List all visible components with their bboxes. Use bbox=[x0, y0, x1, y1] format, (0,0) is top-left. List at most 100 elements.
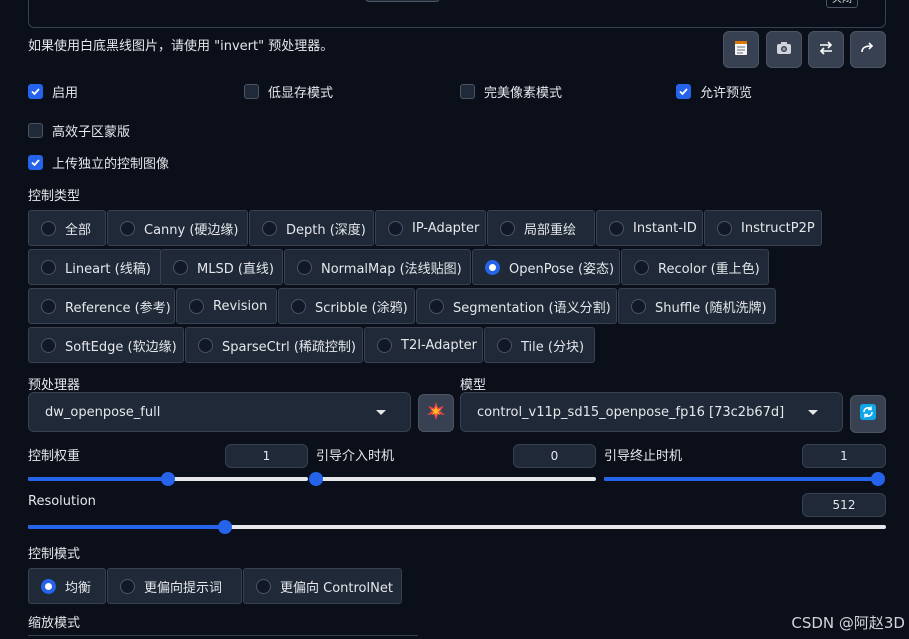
slider-thumb[interactable] bbox=[309, 472, 323, 486]
upload-independent-image-label: 上传独立的控制图像 bbox=[52, 157, 170, 172]
option-label: Revision bbox=[213, 298, 268, 314]
control-type-option[interactable]: T2I-Adapter bbox=[364, 327, 483, 363]
control-type-option[interactable]: Revision bbox=[176, 288, 277, 324]
control-type-option[interactable]: Depth (深度) bbox=[249, 210, 374, 246]
slider-thumb[interactable] bbox=[218, 520, 233, 534]
control-type-option[interactable]: Lineart (线稿) bbox=[28, 249, 162, 285]
resolution-input[interactable]: 512 bbox=[802, 493, 886, 517]
control-type-option[interactable]: Tile (分块) bbox=[484, 327, 595, 363]
model-value: control_v11p_sd15_openpose_fp16 [73c2b67… bbox=[477, 404, 785, 420]
option-label: 更偏向 ControlNet bbox=[280, 580, 393, 596]
radio-dot bbox=[41, 220, 56, 236]
control-type-option[interactable]: Shuffle (随机洗牌) bbox=[618, 288, 776, 324]
slider-fill bbox=[28, 525, 226, 529]
resize-mode-label: 缩放模式 bbox=[28, 616, 81, 631]
ending-step-slider[interactable] bbox=[604, 472, 885, 486]
control-type-option[interactable]: Canny (硬边缘) bbox=[107, 210, 248, 246]
check-icon bbox=[676, 84, 691, 99]
option-label: NormalMap (法线贴图) bbox=[321, 261, 462, 277]
option-label: Lineart (线稿) bbox=[65, 261, 151, 277]
option-label: IP-Adapter bbox=[412, 220, 480, 236]
option-label: 更偏向提示词 bbox=[144, 580, 223, 596]
preprocessor-dropdown[interactable]: dw_openpose_full bbox=[28, 392, 411, 432]
notepad-button[interactable] bbox=[723, 31, 759, 68]
model-dropdown[interactable]: control_v11p_sd15_openpose_fp16 [73c2b67… bbox=[460, 392, 843, 432]
radio-dot bbox=[41, 259, 56, 275]
panel-tab[interactable] bbox=[365, 0, 440, 2]
check-icon bbox=[28, 155, 43, 170]
refresh-icon bbox=[859, 403, 877, 425]
radio-dot bbox=[717, 220, 732, 236]
radio-dot bbox=[262, 220, 277, 236]
radio-dot bbox=[609, 220, 624, 236]
image-input-panel bbox=[28, 0, 886, 28]
option-label: Canny (硬边缘) bbox=[144, 222, 239, 238]
control-type-option-selected[interactable]: OpenPose (姿态) bbox=[472, 249, 620, 285]
option-label: Shuffle (随机洗牌) bbox=[655, 300, 767, 316]
control-weight-input[interactable]: 1 bbox=[225, 444, 308, 468]
swap-dimensions-button[interactable] bbox=[808, 31, 844, 68]
option-label: SoftEdge (软边缘) bbox=[65, 339, 177, 355]
control-weight-slider[interactable] bbox=[28, 472, 308, 486]
control-type-option[interactable]: SparseCtrl (稀疏控制) bbox=[185, 327, 363, 363]
send-dimensions-button[interactable] bbox=[850, 31, 886, 68]
checkbox-box bbox=[460, 84, 475, 99]
control-type-option[interactable]: Reference (参考) bbox=[28, 288, 175, 324]
close-button[interactable]: 关闭 bbox=[826, 0, 858, 8]
low-vram-checkbox[interactable]: 低显存模式 bbox=[244, 82, 333, 101]
option-label: T2I-Adapter bbox=[401, 337, 478, 353]
slider-thumb[interactable] bbox=[871, 472, 885, 486]
radio-dot bbox=[173, 259, 188, 275]
send-icon bbox=[859, 39, 877, 61]
control-type-option[interactable]: SoftEdge (软边缘) bbox=[28, 327, 184, 363]
radio-dot-selected bbox=[485, 259, 500, 275]
run-preprocessor-button[interactable] bbox=[418, 394, 454, 432]
slider-fill bbox=[28, 477, 168, 481]
radio-dot bbox=[120, 220, 135, 236]
control-type-option[interactable]: 局部重绘 bbox=[487, 210, 595, 246]
radio-dot bbox=[429, 298, 444, 314]
radio-dot bbox=[500, 220, 515, 236]
radio-dot bbox=[634, 259, 649, 275]
swap-icon bbox=[817, 39, 835, 61]
control-mode-option-selected[interactable]: 均衡 bbox=[28, 568, 106, 604]
pixel-perfect-label: 完美像素模式 bbox=[484, 86, 563, 101]
radio-dot bbox=[631, 298, 646, 314]
camera-button[interactable] bbox=[766, 31, 802, 68]
control-mode-option[interactable]: 更偏向 ControlNet bbox=[243, 568, 402, 604]
slider-thumb[interactable] bbox=[161, 472, 175, 486]
option-label: 均衡 bbox=[65, 580, 92, 596]
radio-dot bbox=[41, 298, 56, 314]
resize-mode-group-edge bbox=[28, 635, 418, 639]
refresh-models-button[interactable] bbox=[850, 395, 886, 433]
option-label: Scribble (涂鸦) bbox=[315, 300, 408, 316]
checkbox-box bbox=[28, 123, 43, 138]
ending-step-input[interactable]: 1 bbox=[802, 444, 886, 468]
control-type-option[interactable]: InstructP2P bbox=[704, 210, 822, 246]
control-type-option[interactable]: Segmentation (语义分割) bbox=[416, 288, 617, 324]
starting-step-input[interactable]: 0 bbox=[513, 444, 596, 468]
control-type-option[interactable]: NormalMap (法线贴图) bbox=[284, 249, 471, 285]
preprocessor-value: dw_openpose_full bbox=[45, 404, 161, 420]
control-type-option[interactable]: MLSD (直线) bbox=[160, 249, 283, 285]
enable-checkbox[interactable]: 启用 bbox=[28, 82, 78, 101]
pixel-perfect-checkbox[interactable]: 完美像素模式 bbox=[460, 82, 562, 101]
resolution-slider[interactable] bbox=[28, 520, 886, 534]
option-label: Reference (参考) bbox=[65, 300, 171, 316]
upload-independent-image-checkbox[interactable]: 上传独立的控制图像 bbox=[28, 153, 169, 172]
starting-step-slider[interactable] bbox=[309, 472, 596, 486]
control-type-option[interactable]: IP-Adapter bbox=[375, 210, 486, 246]
allow-preview-checkbox[interactable]: 允许预览 bbox=[676, 82, 752, 101]
control-weight-label: 控制权重 bbox=[28, 449, 81, 464]
effective-region-mask-checkbox[interactable]: 高效子区蒙版 bbox=[28, 121, 130, 140]
control-type-option[interactable]: 全部 bbox=[28, 210, 106, 246]
control-mode-option[interactable]: 更偏向提示词 bbox=[107, 568, 242, 604]
explosion-icon bbox=[426, 401, 446, 425]
slider-fill bbox=[604, 477, 878, 481]
chevron-down-icon bbox=[376, 410, 386, 415]
control-type-option[interactable]: Scribble (涂鸦) bbox=[278, 288, 415, 324]
control-type-option[interactable]: Recolor (重上色) bbox=[621, 249, 769, 285]
model-label: 模型 bbox=[460, 378, 487, 393]
option-label: MLSD (直线) bbox=[197, 261, 274, 277]
control-type-option[interactable]: Instant-ID bbox=[596, 210, 703, 246]
